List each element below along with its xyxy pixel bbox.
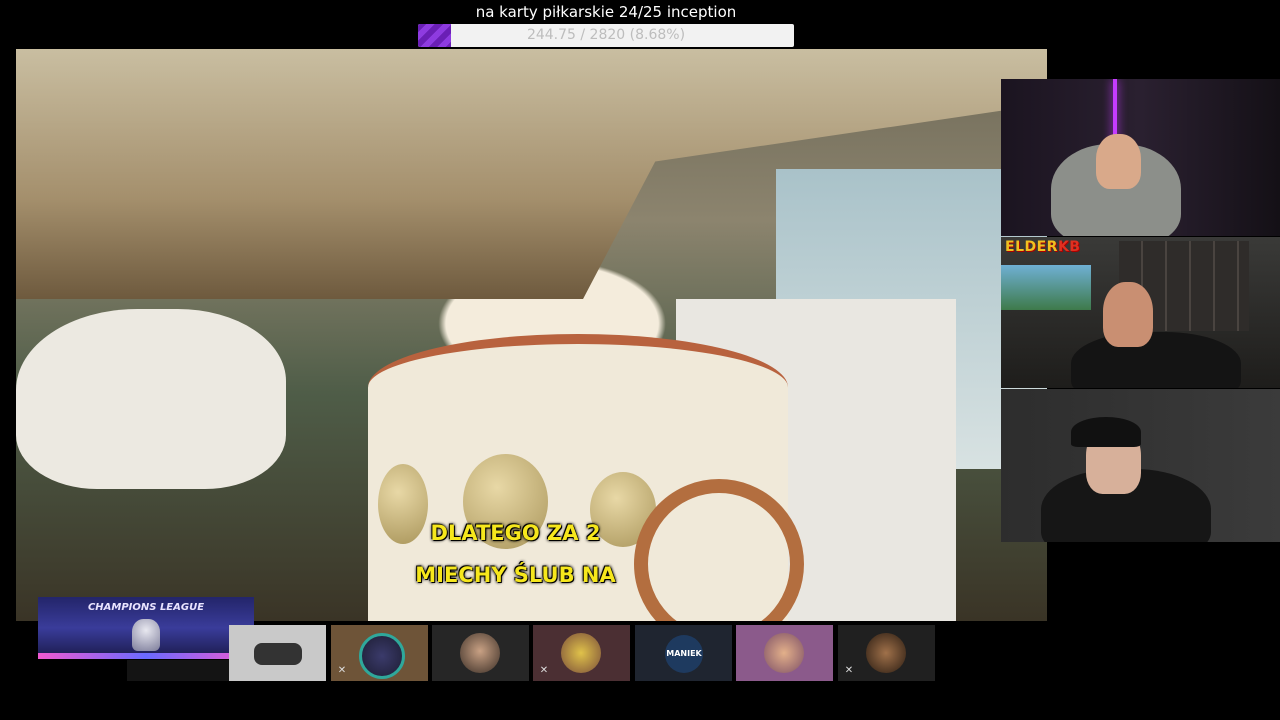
elder-logo: ELDERKB xyxy=(1005,239,1081,255)
streamer-hair xyxy=(1071,417,1141,447)
participant-tile[interactable]: MANIEK xyxy=(635,625,732,681)
goal-progress-bar: 244.75 / 2820 (8.68%) xyxy=(418,24,794,47)
logo-avatar-icon: MANIEK xyxy=(665,635,703,673)
webcam-1[interactable] xyxy=(1001,79,1280,236)
aquarium xyxy=(1001,265,1091,310)
participant-tile[interactable]: ✕ xyxy=(838,625,935,681)
trophy-icon xyxy=(132,619,160,651)
cartoon-face-avatar-icon xyxy=(764,633,804,673)
goal-progress-text: 244.75 / 2820 (8.68%) xyxy=(526,27,686,43)
champions-league-banner: CHAMPIONS LEAGUE xyxy=(38,597,254,659)
subtitle-line-2: MIECHY ŚLUB NA xyxy=(415,563,616,587)
webcam-3[interactable] xyxy=(1001,389,1280,542)
participant-tile[interactable] xyxy=(736,625,833,681)
webcam-2[interactable]: ELDERKB xyxy=(1001,237,1280,388)
main-video[interactable]: DLATEGO ZA 2 MIECHY ŚLUB NA xyxy=(16,49,1047,621)
carousel-horse xyxy=(16,309,286,489)
participant-tile[interactable] xyxy=(229,625,326,681)
banner-text: CHAMPIONS LEAGUE xyxy=(87,602,205,613)
streamer-face xyxy=(1103,282,1153,347)
creature-avatar-icon xyxy=(866,633,906,673)
streamer-person xyxy=(1071,332,1241,388)
participant-tile[interactable]: ✕ xyxy=(533,625,630,681)
car-avatar-icon xyxy=(254,643,302,665)
banner-stripe xyxy=(38,653,254,659)
muted-mic-icon: ✕ xyxy=(844,665,854,676)
portrait-avatar-icon xyxy=(359,633,405,679)
participants-strip-bg xyxy=(127,660,229,681)
face-avatar-icon xyxy=(460,633,500,673)
muted-mic-icon: ✕ xyxy=(539,665,549,676)
goal-title: na karty piłkarskie 24/25 inception xyxy=(475,3,737,21)
cartoon-avatar-icon xyxy=(561,633,601,673)
muted-mic-icon: ✕ xyxy=(337,665,347,676)
subtitle-line-1: DLATEGO ZA 2 xyxy=(430,521,601,545)
participant-tile[interactable] xyxy=(432,625,529,681)
participant-tile[interactable]: ✕ xyxy=(331,625,428,681)
streamer-face xyxy=(1096,134,1141,189)
